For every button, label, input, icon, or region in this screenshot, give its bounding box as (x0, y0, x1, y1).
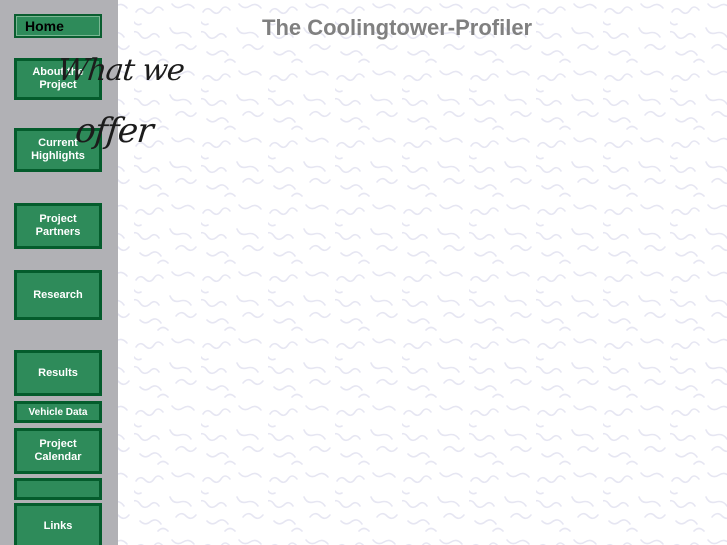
sidebar-item-label: Vehicle Data (28, 406, 88, 418)
sidebar-item-links[interactable]: Links (14, 503, 102, 545)
tagline-line-2: offer (73, 111, 155, 151)
tagline-banner: What we offer (50, 26, 283, 151)
page-root: The Coolingtower-Profiler Home About the … (0, 0, 727, 545)
sidebar-item-project-calendar[interactable]: Project Calendar (14, 428, 102, 474)
sidebar-item-label: Links (43, 519, 73, 532)
sidebar-item-vehicle-data[interactable]: Vehicle Data (14, 401, 102, 423)
sidebar-item-blank[interactable] (14, 478, 102, 500)
tagline-line-1: What we (55, 53, 186, 88)
sidebar-item-label: Project Calendar (34, 438, 82, 463)
sidebar-item-project-partners[interactable]: Project Partners (14, 203, 102, 249)
sidebar-item-label: Project Partners (35, 213, 81, 238)
sidebar-item-label: Research (33, 288, 83, 301)
sidebar-item-label: Results (38, 366, 78, 379)
sidebar-item-results[interactable]: Results (14, 350, 102, 396)
page-title: The Coolingtower-Profiler (262, 15, 533, 40)
sidebar-item-label: Home (25, 17, 64, 34)
sidebar-item-research[interactable]: Research (14, 270, 102, 320)
